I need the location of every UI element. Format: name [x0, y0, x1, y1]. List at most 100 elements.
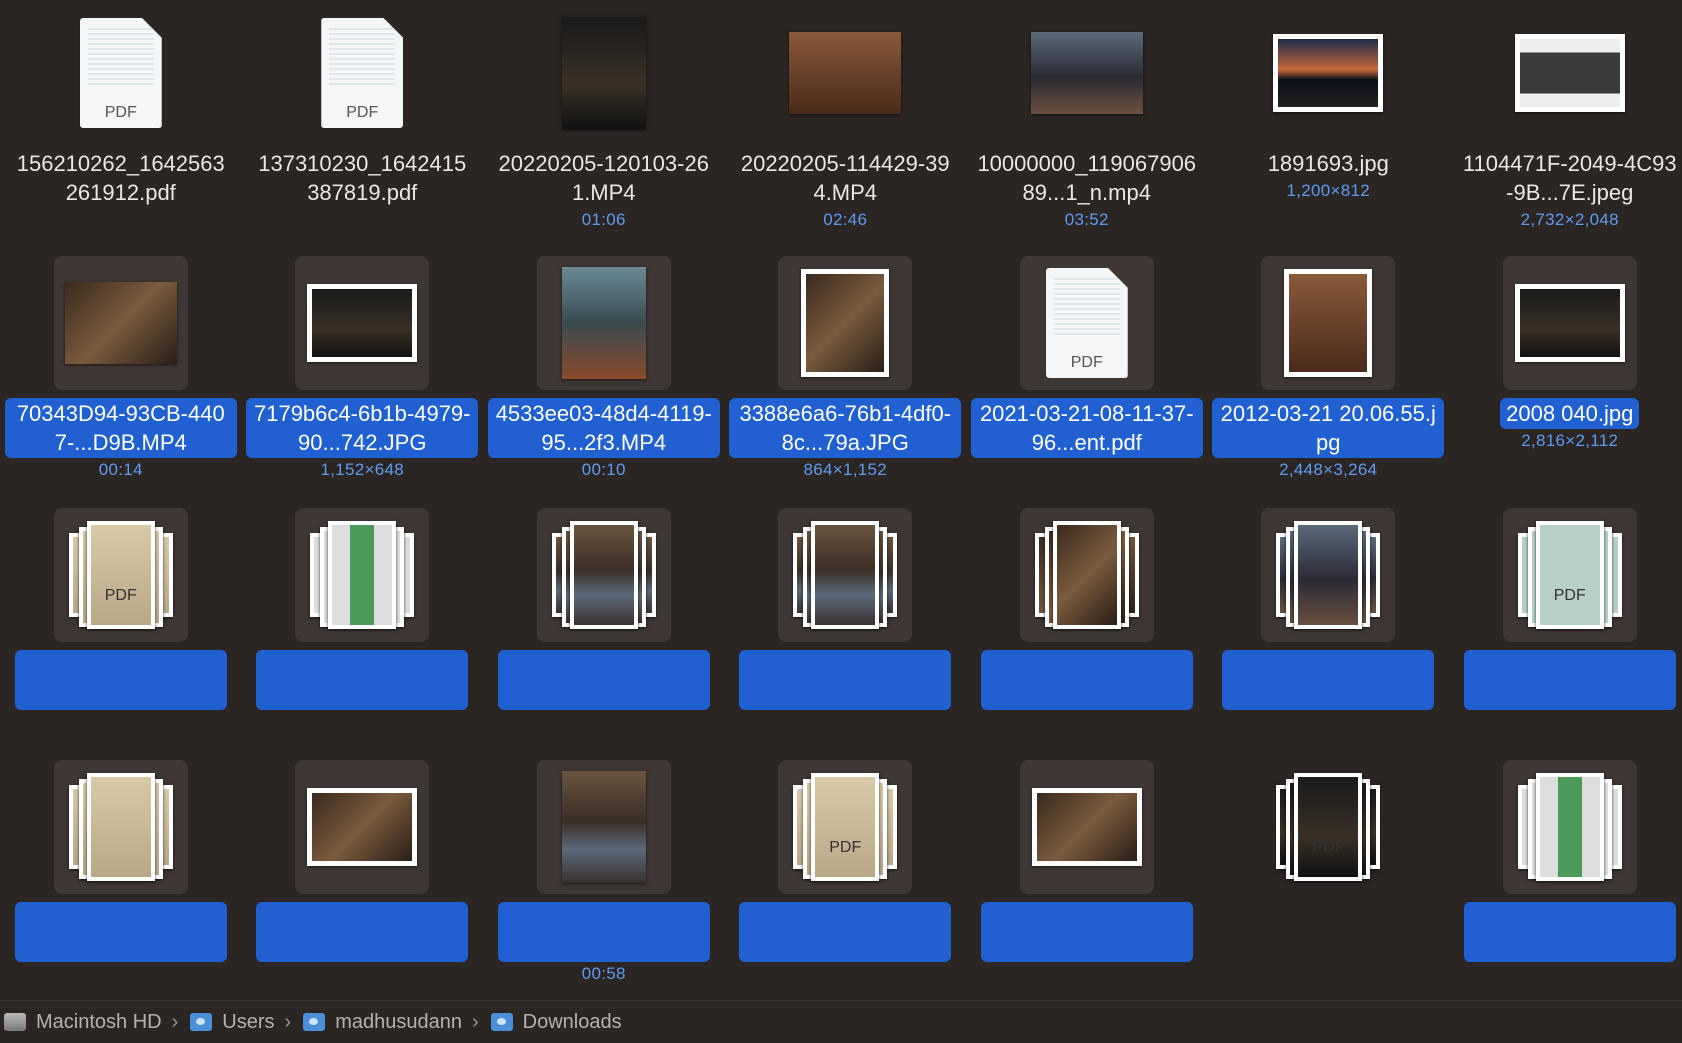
- file-thumbnail: [778, 508, 913, 642]
- file-metadata: 00:58: [581, 964, 626, 983]
- path-label: Users: [222, 1010, 275, 1033]
- stacked-thumbnails: [65, 771, 177, 883]
- file-item[interactable]: 2012-03-21 20.06.55.jpg 2,448×3,264: [1208, 248, 1450, 500]
- file-name: [14, 902, 227, 962]
- file-name: [739, 650, 952, 710]
- file-item[interactable]: [1449, 752, 1682, 1000]
- file-name: [1222, 650, 1435, 710]
- file-metadata: 2,448×3,264: [1279, 460, 1378, 479]
- file-item[interactable]: [242, 500, 484, 752]
- file-item[interactable]: [725, 500, 967, 752]
- path-label: madhusudann: [335, 1010, 462, 1033]
- thumbnail-card: [1535, 773, 1604, 881]
- stacked-thumbnails: PDF: [65, 519, 177, 631]
- file-metadata: 1,152×648: [320, 460, 405, 479]
- folder-icon: [190, 1013, 213, 1031]
- thumbnail-card: [86, 521, 155, 629]
- file-item[interactable]: PDF 137310230_1642415387819.pdf: [242, 0, 484, 248]
- file-item[interactable]: 7179b6c4-6b1b-4979-90...742.JPG 1,152×648: [242, 248, 484, 500]
- file-metadata: 2,732×2,048: [1520, 210, 1619, 229]
- image-thumbnail: [1514, 284, 1625, 362]
- pdf-label: PDF: [1312, 839, 1345, 856]
- file-thumbnail: PDF: [53, 508, 188, 642]
- thumbnail-card: [1294, 773, 1363, 881]
- file-thumbnail: [1019, 508, 1154, 642]
- file-name: [1463, 650, 1676, 710]
- file-item[interactable]: [0, 752, 242, 1000]
- file-thumbnail: [1261, 6, 1395, 140]
- file-name: [739, 902, 952, 962]
- file-item[interactable]: 2008 040.jpg 2,816×2,112: [1449, 248, 1682, 500]
- thumbnail-card: [1052, 521, 1121, 629]
- thumbnail-card: [86, 773, 155, 881]
- thumbnail-card: [1535, 521, 1604, 629]
- file-metadata: 02:46: [823, 210, 868, 229]
- file-thumbnail: [295, 508, 430, 642]
- path-item-users[interactable]: Users: [190, 1010, 275, 1034]
- file-item[interactable]: 1104471F-2049-4C93-9B...7E.jpeg 2,732×2,0…: [1449, 0, 1682, 248]
- file-item[interactable]: PDF: [725, 752, 967, 1000]
- file-item[interactable]: [483, 500, 725, 752]
- file-item[interactable]: 00:58: [483, 752, 725, 1000]
- file-item[interactable]: [1208, 500, 1450, 752]
- file-item[interactable]: PDF: [0, 500, 242, 752]
- image-thumbnail: [1284, 269, 1373, 377]
- file-metadata: 1,200×812: [1286, 181, 1371, 200]
- image-thumbnail: [307, 788, 418, 866]
- file-item[interactable]: 1891693.jpg 1,200×812: [1208, 0, 1450, 248]
- file-name: 2021-03-21-08-11-37-96...ent.pdf: [970, 398, 1203, 458]
- video-thumbnail: [64, 282, 177, 364]
- file-name: 20220205-120103-261.MP4: [498, 151, 709, 205]
- file-item[interactable]: 10000000_11906790689...1_n.mp4 03:52: [966, 0, 1208, 248]
- file-thumbnail: [53, 256, 188, 390]
- file-metadata: 00:10: [581, 460, 626, 479]
- video-thumbnail: [561, 267, 646, 379]
- thumbnail-card: [1294, 521, 1363, 629]
- file-thumbnail: [53, 760, 188, 894]
- hard-drive-icon: [4, 1013, 26, 1031]
- stacked-thumbnails: [1514, 771, 1626, 883]
- image-thumbnail: [307, 284, 418, 362]
- image-thumbnail: [1031, 788, 1142, 866]
- file-thumbnail: [536, 256, 671, 390]
- file-name: [980, 650, 1193, 710]
- path-item-downloads[interactable]: Downloads: [490, 1010, 622, 1034]
- file-item[interactable]: 20220205-114429-394.MP4 02:46: [725, 0, 967, 248]
- file-item[interactable]: 3388e6a6-76b1-4df0-8c...79a.JPG 864×1,152: [725, 248, 967, 500]
- image-thumbnail: [1514, 34, 1625, 112]
- file-thumbnail: [537, 6, 671, 140]
- pdf-document-icon: PDF: [1045, 268, 1128, 378]
- path-item-madhusudann[interactable]: madhusudann: [303, 1011, 462, 1034]
- file-thumbnail: [1019, 760, 1154, 894]
- file-item[interactable]: 4533ee03-48d4-4119-95...2f3.MP4 00:10: [483, 248, 725, 500]
- pdf-label: PDF: [104, 587, 137, 604]
- file-item[interactable]: [966, 752, 1208, 1000]
- file-item[interactable]: [242, 752, 484, 1000]
- thumbnail-card: [569, 521, 638, 629]
- file-name: [256, 902, 469, 962]
- file-name: 4533ee03-48d4-4119-95...2f3.MP4: [487, 398, 720, 458]
- file-name: [980, 902, 1193, 962]
- file-item[interactable]: 70343D94-93CB-4407-...D9B.MP4 00:14: [0, 248, 242, 500]
- file-item[interactable]: PDF: [1449, 500, 1682, 752]
- file-name: 7179b6c4-6b1b-4979-90...742.JPG: [246, 398, 479, 458]
- stacked-thumbnails: PDF: [1514, 519, 1626, 631]
- file-thumbnail: [778, 6, 912, 140]
- file-item[interactable]: 20220205-120103-261.MP4 01:06: [483, 0, 725, 248]
- stacked-thumbnails: [789, 519, 901, 631]
- path-label: Downloads: [522, 1010, 622, 1033]
- file-thumbnail: [1261, 256, 1396, 390]
- file-thumbnail: [1502, 760, 1637, 894]
- file-item[interactable]: PDF 2021-03-21-08-11-37-96...ent.pdf: [966, 248, 1208, 500]
- image-thumbnail: [1273, 34, 1384, 112]
- file-item[interactable]: PDF: [1208, 752, 1450, 1000]
- chevron-right-icon: ›: [284, 1010, 292, 1033]
- video-thumbnail: [789, 32, 902, 114]
- file-name: 1891693.jpg: [1267, 151, 1389, 176]
- file-metadata: 2,816×2,112: [1521, 431, 1619, 450]
- file-item[interactable]: [966, 500, 1208, 752]
- file-item[interactable]: PDF 156210262_1642563261912.pdf: [0, 0, 242, 248]
- path-item-macintosh-hd[interactable]: Macintosh HD: [0, 1011, 162, 1034]
- stacked-thumbnails: [548, 519, 660, 631]
- stacked-thumbnails: [1272, 519, 1384, 631]
